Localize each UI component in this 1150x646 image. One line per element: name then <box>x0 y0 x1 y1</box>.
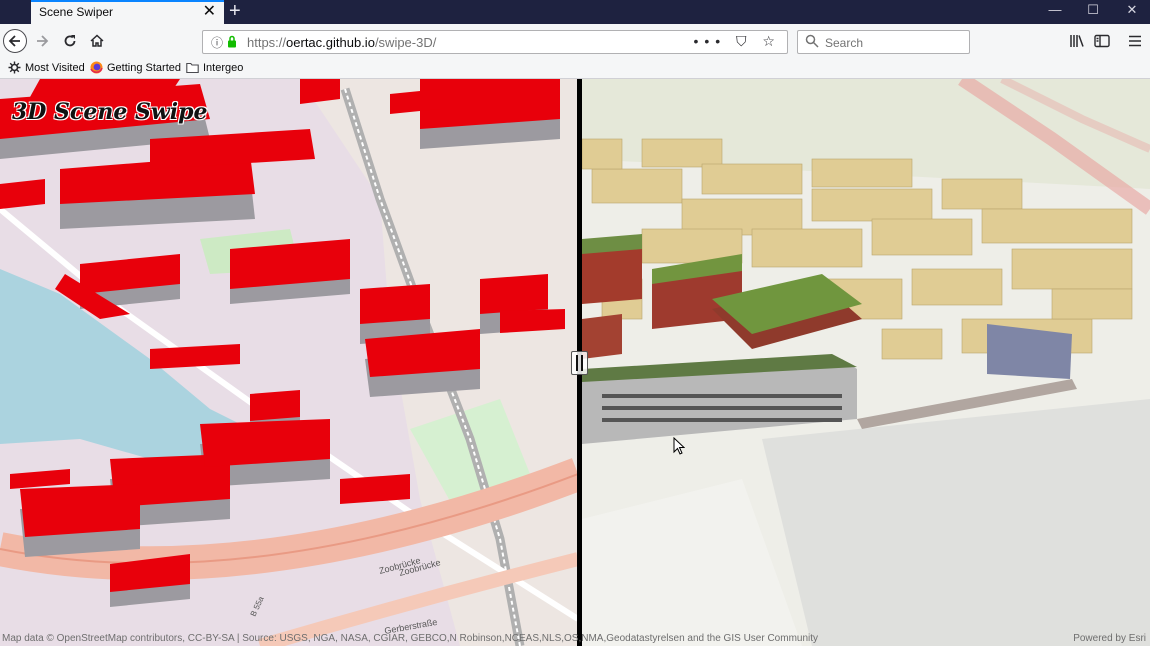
bookmarks-toolbar: Most Visited Getting Started Intergeo <box>0 57 1150 79</box>
map-attribution: Map data © OpenStreetMap contributors, C… <box>0 633 1150 646</box>
minimize-button[interactable]: — <box>1045 2 1065 17</box>
bookmark-label: Most Visited <box>25 61 85 74</box>
close-window-button[interactable]: ✕ <box>1122 2 1142 18</box>
tab-title: Scene Swiper <box>39 5 114 19</box>
search-bar[interactable]: Search <box>797 30 970 54</box>
home-icon <box>90 34 104 47</box>
bookmark-getting-started[interactable]: Getting Started <box>90 61 181 74</box>
gear-icon <box>8 61 21 74</box>
reload-icon <box>64 35 76 47</box>
tab-scene-swiper[interactable]: Scene Swiper ✕ <box>31 0 224 24</box>
tab-close-icon[interactable]: ✕ <box>203 3 216 21</box>
right-scene-map[interactable] <box>582 79 1150 646</box>
url-bar[interactable]: ⓘ https://oertac.github.io/swipe-3D/ •••… <box>202 30 788 54</box>
forward-button[interactable] <box>31 30 53 52</box>
page-actions-icons[interactable]: ••• ⛉ ☆ <box>693 33 781 50</box>
back-button[interactable] <box>3 29 27 53</box>
library-button[interactable] <box>1066 30 1088 52</box>
maximize-button[interactable]: ☐ <box>1083 2 1103 18</box>
powered-by-text[interactable]: Powered by Esri <box>1073 633 1146 644</box>
bookmark-label: Intergeo <box>203 61 244 74</box>
bookmark-intergeo[interactable]: Intergeo <box>186 61 243 74</box>
arrow-right-icon <box>37 35 49 47</box>
firefox-icon <box>90 61 103 74</box>
right-scene-canvas <box>582 79 1150 646</box>
search-icon <box>805 34 819 48</box>
nav-bar: ⓘ https://oertac.github.io/swipe-3D/ •••… <box>0 24 1150 57</box>
home-button[interactable] <box>86 30 108 52</box>
scene-viewport[interactable]: Zoobrücke Zoobrücke Gerberstraße B 55a 3… <box>0 79 1150 646</box>
sidebar-icon <box>1094 34 1110 48</box>
arrow-left-icon <box>8 35 20 47</box>
tab-strip: Scene Swiper ✕ + — ☐ ✕ <box>0 0 1150 24</box>
menu-button[interactable] <box>1124 30 1146 52</box>
left-scene-map[interactable]: Zoobrücke Zoobrücke Gerberstraße B 55a 3… <box>0 79 578 646</box>
search-placeholder: Search <box>825 36 864 50</box>
bookmark-label: Getting Started <box>107 61 181 74</box>
new-tab-button[interactable]: + <box>229 0 241 22</box>
hamburger-menu-icon <box>1129 35 1141 47</box>
bookmark-most-visited[interactable]: Most Visited <box>8 61 85 74</box>
left-scene-canvas: Zoobrücke Zoobrücke Gerberstraße B 55a <box>0 79 578 646</box>
library-icon <box>1070 35 1084 47</box>
url-text: https://oertac.github.io/swipe-3D/ <box>247 35 437 50</box>
scene-title: 3D Scene Swipe <box>12 99 208 125</box>
reload-button[interactable] <box>59 30 81 52</box>
swipe-handle-icon[interactable] <box>571 351 588 375</box>
mouse-cursor-icon <box>673 437 685 455</box>
lock-icon <box>228 35 236 48</box>
attribution-text: Map data © OpenStreetMap contributors, C… <box>2 633 819 644</box>
info-icon[interactable]: ⓘ <box>211 34 223 51</box>
folder-icon <box>186 62 199 74</box>
sidebar-button[interactable] <box>1091 30 1113 52</box>
